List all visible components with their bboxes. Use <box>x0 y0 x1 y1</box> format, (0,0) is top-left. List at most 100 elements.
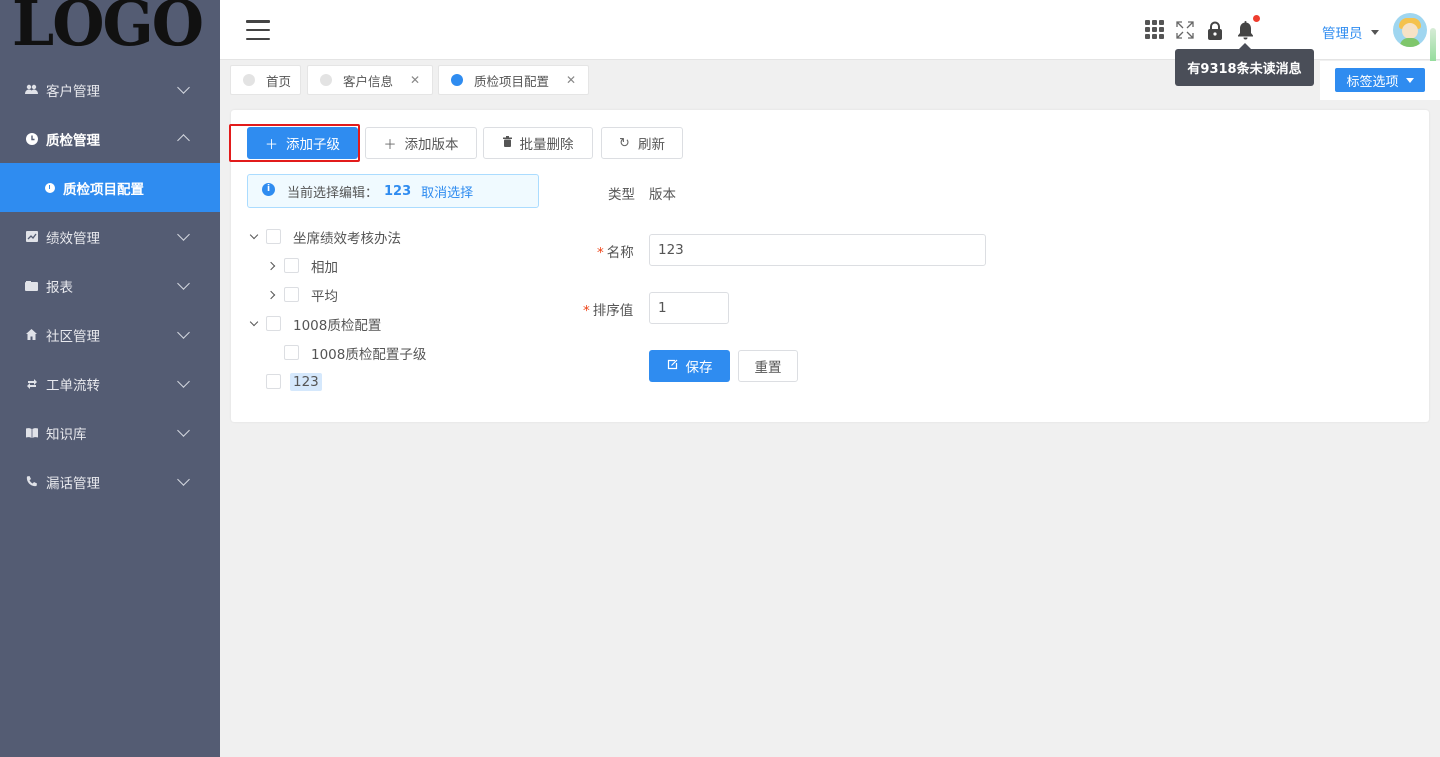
tree-checkbox[interactable] <box>266 316 281 331</box>
tab-home[interactable]: 首页 <box>230 65 301 95</box>
user-name: 管理员 <box>1322 26 1363 42</box>
tree-node[interactable]: 1008质检配置子级 <box>265 338 426 367</box>
tab-qc-config[interactable]: 质检项目配置 ✕ <box>438 65 589 95</box>
tree-node[interactable]: 1008质检配置 <box>247 309 381 338</box>
book-icon <box>25 426 38 439</box>
tree-node[interactable]: 相加 <box>265 251 338 280</box>
home-icon <box>25 328 38 341</box>
save-label: 保存 <box>685 360 713 376</box>
sidebar-item-reports[interactable]: 报表 <box>0 261 220 310</box>
sidebar-item-performance[interactable]: 绩效管理 <box>0 212 220 261</box>
sidebar-item-label: 漏话管理 <box>46 475 100 492</box>
chevron-down-icon[interactable] <box>247 317 261 331</box>
notification-badge <box>1253 15 1260 22</box>
user-menu[interactable]: 管理员 <box>1322 22 1379 42</box>
tab-customer-info[interactable]: 客户信息 ✕ <box>307 65 433 95</box>
tab-label: 首页 <box>266 73 292 89</box>
sort-label-text: 排序值 <box>592 303 634 319</box>
tree-node-label[interactable]: 相加 <box>311 256 338 276</box>
add-child-button[interactable]: ＋ 添加子级 <box>247 127 358 159</box>
chevron-right-icon[interactable] <box>265 259 279 273</box>
batch-delete-button[interactable]: 批量删除 <box>483 127 593 159</box>
sidebar-item-customer[interactable]: 客户管理 <box>0 65 220 114</box>
tab-dot-icon <box>320 74 332 86</box>
chevron-up-icon <box>177 134 190 147</box>
type-value: 版本 <box>649 187 676 203</box>
tree-node[interactable]: 123 <box>247 367 322 396</box>
refresh-icon <box>25 377 38 390</box>
tree-node-label[interactable]: 123 <box>290 372 322 391</box>
caret-down-icon <box>1370 29 1379 35</box>
avatar[interactable] <box>1393 13 1427 47</box>
tree-node-label[interactable]: 1008质检配置子级 <box>311 343 426 363</box>
edit-icon <box>667 359 678 373</box>
notification-tooltip: 有9318条未读消息 <box>1175 43 1314 86</box>
tab-label: 客户信息 <box>343 73 394 89</box>
menu-toggle-icon[interactable] <box>246 20 270 40</box>
sidebar-subitem-qc-config[interactable]: 质检项目配置 <box>0 163 220 212</box>
cancel-selection-link[interactable]: 取消选择 <box>421 182 473 201</box>
fullscreen-icon[interactable] <box>1175 20 1195 40</box>
sidebar-item-community[interactable]: 社区管理 <box>0 310 220 359</box>
sort-input-value: 1 <box>658 300 667 316</box>
chevron-down-icon[interactable] <box>247 230 261 244</box>
folder-icon <box>25 279 38 292</box>
tab-dot-icon <box>243 74 255 86</box>
tag-options-area: 标签选项 <box>1320 61 1440 100</box>
sort-input[interactable]: 1 <box>649 292 729 324</box>
name-label-text: 名称 <box>606 245 634 261</box>
batch-delete-label: 批量删除 <box>519 137 574 153</box>
add-version-label: 添加版本 <box>404 137 459 153</box>
logo-text: LOGO <box>12 0 204 61</box>
reset-label: 重置 <box>754 360 782 376</box>
sidebar-item-label: 客户管理 <box>46 83 100 100</box>
save-button[interactable]: 保存 <box>649 350 730 382</box>
tree-node-label[interactable]: 坐席绩效考核办法 <box>293 227 401 247</box>
bell-icon[interactable] <box>1235 20 1255 40</box>
tab-label: 质检项目配置 <box>474 73 550 89</box>
sidebar-item-label: 绩效管理 <box>46 230 100 247</box>
caret-down-icon <box>1405 77 1414 83</box>
selection-alert: i 当前选择编辑： 123 取消选择 <box>247 174 539 208</box>
reset-button[interactable]: 重置 <box>738 350 798 382</box>
content-card: ＋ 添加子级 ＋ 添加版本 批量删除 ↻ 刷新 i 当前选择编辑： 123 取消… <box>229 110 1429 422</box>
tree-checkbox[interactable] <box>284 345 299 360</box>
selection-value: 123 <box>384 183 412 199</box>
chevron-right-icon[interactable] <box>265 288 279 302</box>
users-icon <box>25 83 38 96</box>
info-icon: i <box>262 182 275 196</box>
add-version-button[interactable]: ＋ 添加版本 <box>365 127 477 159</box>
tree-checkbox[interactable] <box>266 374 281 389</box>
name-label: * 名称 <box>597 241 634 261</box>
close-icon[interactable]: ✕ <box>410 73 420 87</box>
tree-checkbox[interactable] <box>266 229 281 244</box>
sidebar-item-workorder[interactable]: 工单流转 <box>0 359 220 408</box>
name-input[interactable]: 123 <box>649 234 986 266</box>
tree-node[interactable]: 平均 <box>265 280 338 309</box>
phone-icon <box>25 475 38 488</box>
tag-options-button[interactable]: 标签选项 <box>1335 68 1425 92</box>
refresh-icon: ↻ <box>619 135 630 151</box>
refresh-label: 刷新 <box>637 137 665 153</box>
tree-node-label[interactable]: 1008质检配置 <box>293 314 381 334</box>
chevron-down-icon <box>177 424 190 437</box>
refresh-button[interactable]: ↻ 刷新 <box>601 127 683 159</box>
chevron-down-icon <box>177 277 190 290</box>
tree-node-label[interactable]: 平均 <box>311 285 338 305</box>
chevron-down-icon <box>177 326 190 339</box>
tree-node[interactable]: 坐席绩效考核办法 <box>247 222 401 251</box>
sidebar-item-missed-calls[interactable]: 漏话管理 <box>0 457 220 506</box>
sidebar-item-label: 质检管理 <box>46 132 100 149</box>
clock-icon <box>45 182 55 193</box>
plus-icon: ＋ <box>264 137 278 153</box>
apps-grid-icon[interactable] <box>1145 20 1164 39</box>
tree-checkbox[interactable] <box>284 258 299 273</box>
sidebar-item-knowledge[interactable]: 知识库 <box>0 408 220 457</box>
tag-options-label: 标签选项 <box>1346 74 1399 90</box>
tree-checkbox[interactable] <box>284 287 299 302</box>
chart-icon <box>25 230 38 243</box>
lock-icon[interactable] <box>1205 20 1225 40</box>
close-icon[interactable]: ✕ <box>566 73 576 87</box>
sidebar-item-quality[interactable]: 质检管理 <box>0 114 220 163</box>
sidebar-item-label: 知识库 <box>46 426 87 443</box>
